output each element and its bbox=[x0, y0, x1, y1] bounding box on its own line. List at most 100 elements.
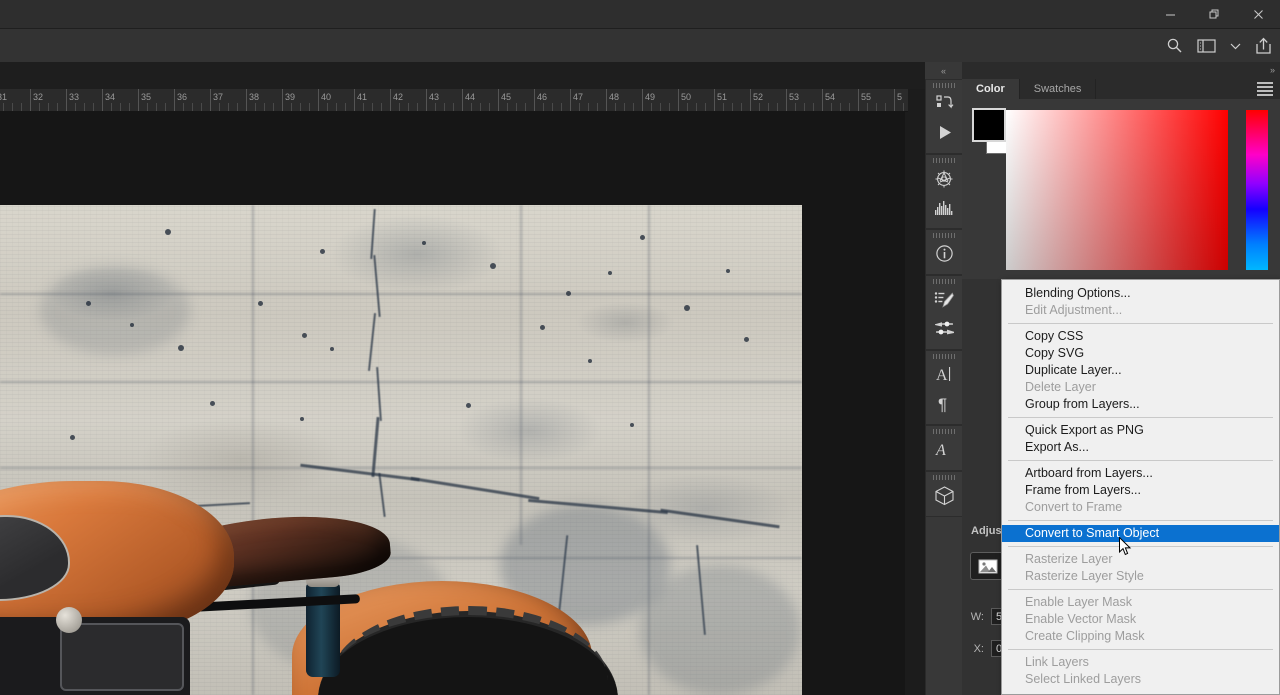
menu-item[interactable]: Blending Options... bbox=[1002, 285, 1279, 302]
history-icon[interactable] bbox=[926, 89, 962, 118]
ruler-minor-tick bbox=[12, 103, 13, 111]
histogram-icon[interactable] bbox=[926, 193, 962, 222]
menu-item[interactable]: Copy SVG bbox=[1002, 345, 1279, 362]
chevron-down-icon[interactable] bbox=[1230, 42, 1241, 50]
layer-context-menu[interactable]: Blending Options... Edit Adjustment... Cop… bbox=[1001, 279, 1280, 695]
ruler-minor-tick bbox=[21, 103, 22, 111]
ruler-label: 42 bbox=[393, 92, 404, 102]
ruler-label: 43 bbox=[429, 92, 440, 102]
ruler-label: 46 bbox=[537, 92, 548, 102]
search-icon[interactable] bbox=[1166, 37, 1183, 54]
ruler-minor-tick bbox=[417, 103, 418, 111]
ruler-minor-tick bbox=[597, 103, 598, 111]
ruler-major-tick bbox=[66, 89, 67, 111]
ruler-label: 45 bbox=[501, 92, 512, 102]
menu-item[interactable]: Artboard from Layers... bbox=[1002, 465, 1279, 482]
foreground-color-swatch[interactable] bbox=[972, 108, 1006, 142]
ruler-label: 40 bbox=[321, 92, 332, 102]
expand-panels-icon[interactable]: » bbox=[1270, 65, 1275, 75]
ruler-label: 44 bbox=[465, 92, 476, 102]
rail-drag-handle[interactable] bbox=[926, 157, 962, 164]
menu-separator bbox=[1008, 417, 1273, 418]
ruler-minor-tick bbox=[381, 103, 382, 111]
ruler-minor-tick bbox=[732, 103, 733, 111]
ruler-major-tick bbox=[138, 89, 139, 111]
ruler-label: 48 bbox=[609, 92, 620, 102]
ruler-minor-tick bbox=[687, 103, 688, 111]
brush-settings-icon[interactable] bbox=[926, 285, 962, 314]
menu-separator bbox=[1008, 460, 1273, 461]
menu-item: Edit Adjustment... bbox=[1025, 303, 1123, 317]
character-icon[interactable]: A bbox=[926, 360, 962, 389]
rail-drag-handle[interactable] bbox=[926, 428, 962, 435]
tab-swatches[interactable]: Swatches bbox=[1019, 79, 1097, 99]
ruler-major-tick bbox=[498, 89, 499, 111]
restore-icon[interactable] bbox=[1192, 0, 1236, 28]
ruler-minor-tick bbox=[624, 103, 625, 111]
actions-play-icon[interactable] bbox=[926, 118, 962, 147]
ruler-label: 36 bbox=[177, 92, 188, 102]
3d-icon[interactable] bbox=[926, 481, 962, 510]
menu-item[interactable]: Export As... bbox=[1002, 439, 1279, 456]
ruler-minor-tick bbox=[561, 103, 562, 111]
paragraph-icon[interactable]: ¶ bbox=[926, 389, 962, 418]
tab-color[interactable]: Color bbox=[962, 79, 1020, 99]
workspace-switcher-icon[interactable] bbox=[1197, 38, 1216, 54]
menu-item[interactable]: Convert to Smart Object bbox=[1002, 525, 1279, 542]
ruler-major-tick bbox=[30, 89, 31, 111]
rail-group bbox=[926, 275, 962, 350]
ruler-minor-tick bbox=[273, 103, 274, 111]
menu-item: Create Clipping Mask bbox=[1025, 629, 1145, 643]
menu-item[interactable]: Copy CSS bbox=[1002, 328, 1279, 345]
character-styles-icon[interactable]: A bbox=[926, 435, 962, 464]
ruler-major-tick bbox=[822, 89, 823, 111]
window-controls bbox=[1148, 0, 1280, 28]
ruler-minor-tick bbox=[840, 103, 841, 111]
ruler-minor-tick bbox=[435, 103, 436, 111]
ruler-label: 51 bbox=[717, 92, 728, 102]
ruler-major-tick bbox=[786, 89, 787, 111]
ruler-minor-tick bbox=[831, 103, 832, 111]
menu-item: Rasterize Layer Style bbox=[1025, 569, 1144, 583]
share-icon[interactable] bbox=[1255, 37, 1272, 55]
ruler-minor-tick bbox=[255, 103, 256, 111]
ruler-minor-tick bbox=[264, 103, 265, 111]
menu-item[interactable]: Group from Layers... bbox=[1002, 396, 1279, 413]
menu-item[interactable]: Frame from Layers... bbox=[1002, 482, 1279, 499]
adjustments-icon[interactable] bbox=[926, 164, 962, 193]
ruler-label: 32 bbox=[33, 92, 44, 102]
info-icon[interactable] bbox=[926, 239, 962, 268]
brushes-icon[interactable] bbox=[926, 314, 962, 343]
document-image[interactable] bbox=[0, 205, 802, 695]
ruler-minor-tick bbox=[399, 103, 400, 111]
ruler-minor-tick bbox=[291, 103, 292, 111]
horizontal-ruler[interactable]: 31 32 33 34 35 36 37 38 39 40 41 42 43 44 45 46 47 48 49 50… bbox=[0, 89, 908, 112]
menu-item[interactable]: Duplicate Layer... bbox=[1002, 362, 1279, 379]
color-spectrum-field[interactable] bbox=[1006, 110, 1228, 270]
close-icon[interactable] bbox=[1236, 0, 1280, 28]
ruler-label: 37 bbox=[213, 92, 224, 102]
ruler-minor-tick bbox=[219, 103, 220, 111]
ruler-minor-tick bbox=[876, 103, 877, 111]
ruler-major-tick bbox=[894, 89, 895, 111]
ruler-minor-tick bbox=[723, 103, 724, 111]
panel-menu-icon[interactable] bbox=[1257, 82, 1273, 96]
minimize-icon[interactable] bbox=[1148, 0, 1192, 28]
rail-drag-handle[interactable] bbox=[926, 474, 962, 481]
rail-drag-handle[interactable] bbox=[926, 232, 962, 239]
ruler-minor-tick bbox=[795, 103, 796, 111]
canvas-area[interactable] bbox=[0, 111, 905, 695]
rail-drag-handle[interactable] bbox=[926, 353, 962, 360]
ruler-minor-tick bbox=[192, 103, 193, 111]
ruler-minor-tick bbox=[471, 103, 472, 111]
menu-item: Convert to Frame bbox=[1025, 500, 1123, 514]
ruler-label: 49 bbox=[645, 92, 656, 102]
collapse-panels-icon[interactable]: « bbox=[925, 62, 961, 79]
ruler-minor-tick bbox=[336, 103, 337, 111]
menu-item[interactable]: Quick Export as PNG bbox=[1002, 422, 1279, 439]
ruler-major-tick bbox=[570, 89, 571, 111]
hue-slider[interactable] bbox=[1246, 110, 1268, 270]
rail-drag-handle[interactable] bbox=[926, 278, 962, 285]
rail-drag-handle[interactable] bbox=[926, 82, 962, 89]
rail-group bbox=[926, 154, 962, 229]
